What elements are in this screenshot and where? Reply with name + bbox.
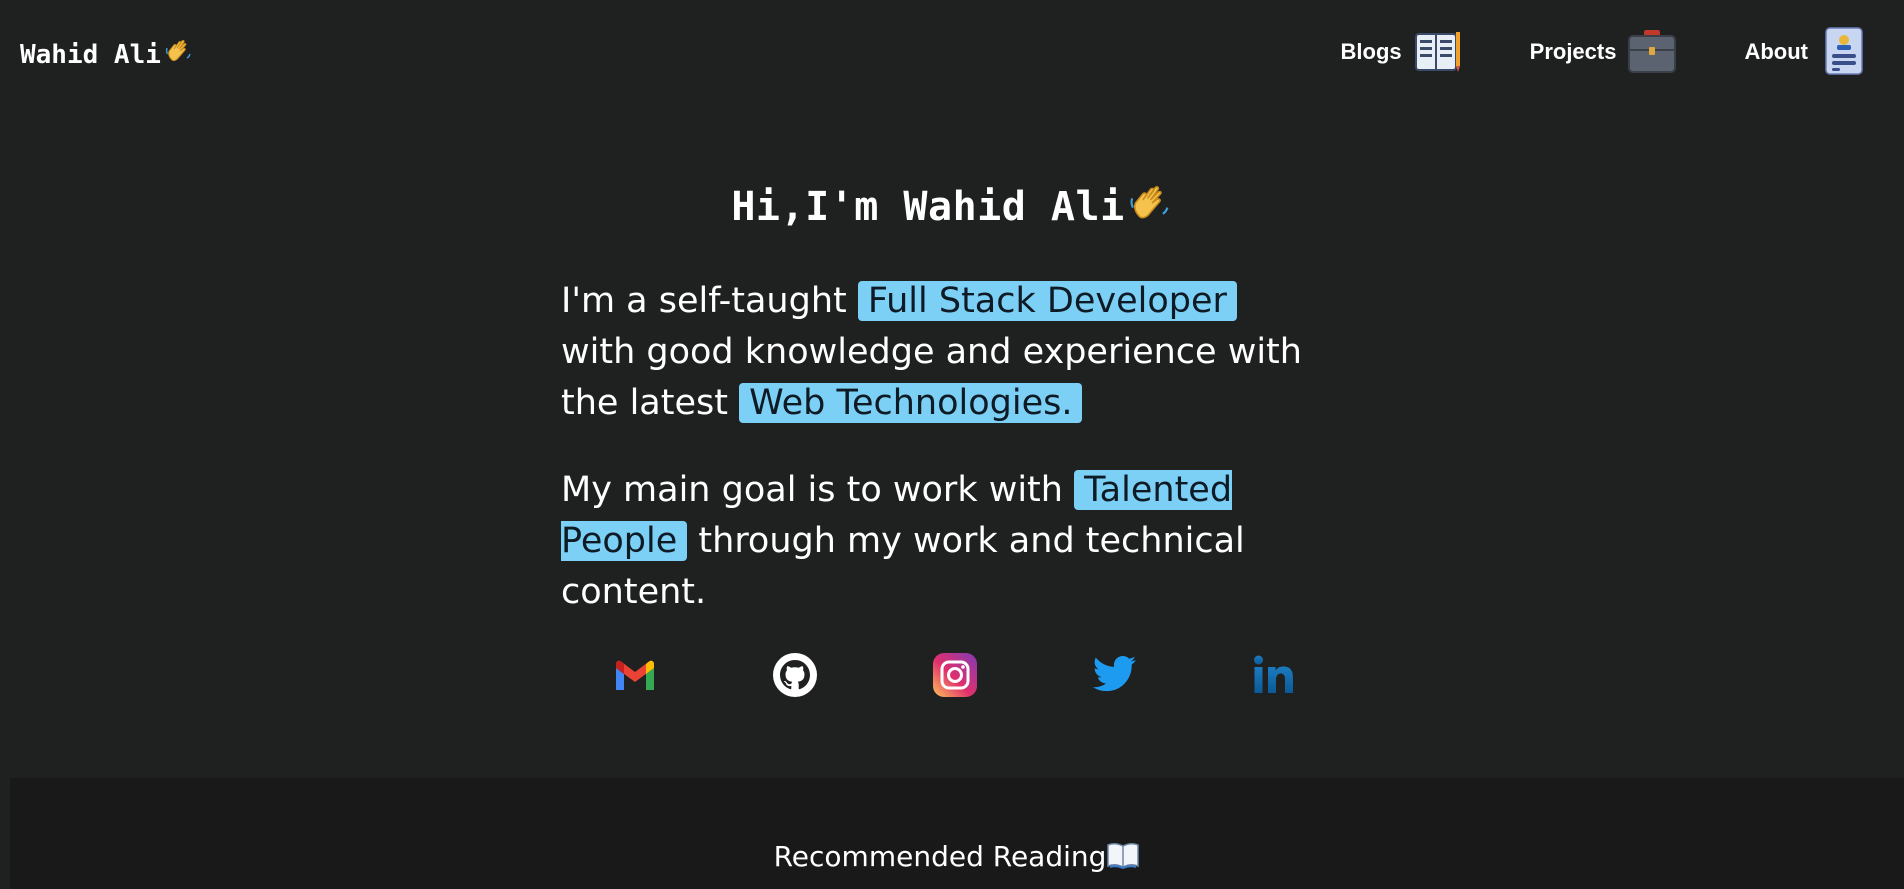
- instagram-link[interactable]: [930, 650, 980, 700]
- linkedin-link[interactable]: [1250, 650, 1300, 700]
- intro-content: I'm a self-taught Full Stack Developer w…: [561, 276, 1321, 654]
- gmail-link[interactable]: [610, 650, 660, 700]
- id-card-icon: [1818, 26, 1870, 78]
- intro-paragraph-2: My main goal is to work with Talented Pe…: [561, 465, 1321, 618]
- nav-item-blogs[interactable]: Blogs: [1341, 26, 1464, 78]
- instagram-icon: [933, 653, 977, 697]
- main-nav: Blogs Projects About: [1341, 26, 1870, 78]
- social-links: [610, 650, 1310, 702]
- twitter-link[interactable]: [1090, 650, 1140, 700]
- twitter-icon: [1092, 656, 1136, 692]
- brand-name: Wahid Ali: [20, 39, 161, 70]
- linkedin-icon: [1254, 655, 1293, 693]
- hero-section: Hi,I'm Wahid Ali: [0, 180, 1904, 230]
- intro-text: I'm a self-taught: [561, 281, 858, 321]
- open-book-icon: [1106, 840, 1140, 873]
- books-icon: [1412, 26, 1464, 78]
- nav-item-about[interactable]: About: [1744, 26, 1870, 78]
- highlight-web-tech: Web Technologies.: [739, 383, 1083, 423]
- briefcase-icon: [1626, 26, 1678, 78]
- github-icon: [773, 653, 817, 697]
- intro-text: My main goal is to work with: [561, 470, 1075, 510]
- nav-item-projects[interactable]: Projects: [1530, 26, 1679, 78]
- hero-title-text: Hi,I'm Wahid Ali: [731, 184, 1125, 230]
- hero-title: Hi,I'm Wahid Ali: [0, 180, 1904, 230]
- site-header: Wahid Ali Blogs Projects About: [0, 0, 1904, 104]
- brand-logo[interactable]: Wahid Ali: [20, 36, 193, 73]
- recommended-heading: Recommended Reading: [10, 840, 1904, 873]
- highlight-full-stack: Full Stack Developer: [857, 281, 1237, 321]
- nav-label-projects: Projects: [1529, 39, 1617, 64]
- nav-label-blogs: Blogs: [1340, 39, 1402, 64]
- waving-hand-icon: [163, 36, 193, 73]
- nav-label-about: About: [1744, 39, 1808, 64]
- waving-hand-icon: [1125, 184, 1173, 230]
- github-link[interactable]: [770, 650, 820, 700]
- intro-paragraph-1: I'm a self-taught Full Stack Developer w…: [561, 276, 1321, 429]
- recommended-section: Recommended Reading: [10, 778, 1904, 889]
- gmail-icon: [616, 660, 654, 690]
- recommended-title: Recommended Reading: [773, 840, 1107, 873]
